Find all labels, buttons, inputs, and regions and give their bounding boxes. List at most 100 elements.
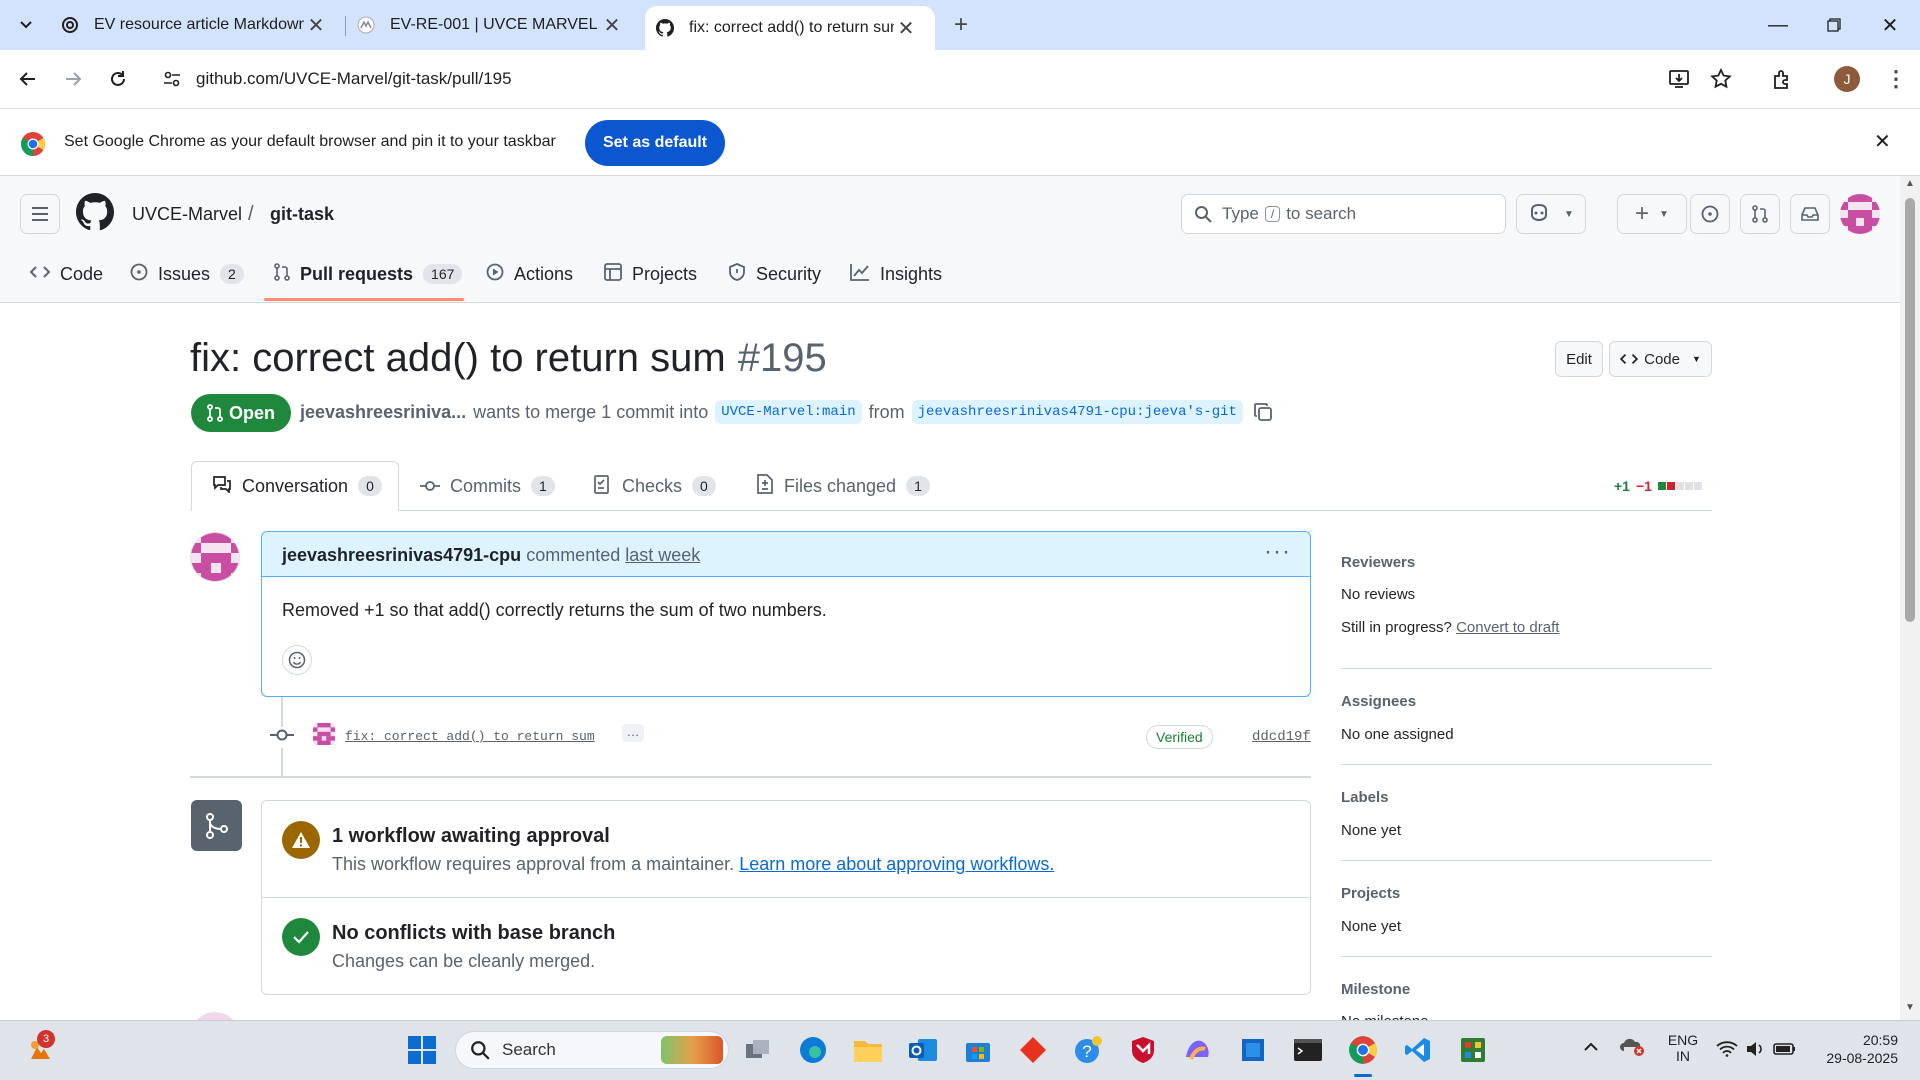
copilot-button[interactable]: ▼ bbox=[1516, 194, 1586, 234]
chrome-taskbar-icon[interactable] bbox=[1345, 1032, 1381, 1068]
tab-files-changed[interactable]: Files changed 1 bbox=[756, 461, 930, 511]
browser-tab-pr[interactable]: fix: correct add() to return sum ✕ bbox=[645, 6, 935, 50]
assignees-heading[interactable]: Assignees bbox=[1341, 693, 1416, 710]
comment-timestamp[interactable]: last week bbox=[625, 545, 700, 565]
tab-checks[interactable]: Checks 0 bbox=[594, 461, 716, 511]
scroll-up-icon[interactable]: ▲ bbox=[1905, 178, 1915, 189]
pr-author-link[interactable]: jeevashreesriniva... bbox=[300, 402, 466, 423]
nav-label: Code bbox=[60, 263, 104, 284]
create-new-button[interactable]: + ▼ bbox=[1617, 194, 1687, 234]
pull-requests-icon[interactable] bbox=[1740, 194, 1780, 234]
tab-conversation[interactable]: Conversation 0 bbox=[191, 461, 399, 511]
diffstat-deletions: −1 bbox=[1635, 478, 1652, 494]
forward-icon[interactable] bbox=[55, 61, 91, 97]
learn-more-link[interactable]: Learn more about approving workflows. bbox=[739, 854, 1054, 874]
commit-author-avatar[interactable] bbox=[313, 723, 335, 745]
copy-icon[interactable] bbox=[1253, 402, 1273, 422]
selected-tab-underline bbox=[264, 298, 464, 301]
commit-sha-link[interactable]: ddcd19f bbox=[1252, 729, 1311, 745]
labels-heading[interactable]: Labels bbox=[1341, 789, 1389, 806]
repo-owner-link[interactable]: UVCE-Marvel bbox=[132, 204, 242, 225]
head-branch[interactable]: jeevashreesrinivas4791-cpu:jeeva's-git bbox=[911, 400, 1243, 424]
nav-security[interactable]: Security bbox=[728, 254, 821, 294]
tab-search-chevron-icon[interactable] bbox=[8, 7, 44, 43]
address-bar[interactable]: github.com/UVCE-Marvel/git-task/pull/195 bbox=[152, 57, 1732, 101]
nav-insights[interactable]: Insights bbox=[850, 254, 942, 294]
extensions-icon[interactable] bbox=[1764, 61, 1800, 97]
commit-message-link[interactable]: fix: correct add() to return sum bbox=[345, 729, 595, 744]
terminal-icon[interactable] bbox=[1290, 1032, 1326, 1068]
wifi-icon[interactable] bbox=[1716, 1041, 1738, 1062]
base-branch[interactable]: UVCE-Marvel:main bbox=[715, 400, 862, 424]
edit-title-button[interactable]: Edit bbox=[1555, 341, 1603, 377]
inbox-icon[interactable] bbox=[1790, 194, 1830, 234]
code-dropdown-button[interactable]: Code ▼ bbox=[1609, 341, 1712, 377]
reviewers-heading[interactable]: Reviewers bbox=[1341, 554, 1415, 571]
show-hidden-icons-icon[interactable] bbox=[1583, 1040, 1599, 1056]
repo-name-link[interactable]: git-task bbox=[270, 204, 334, 225]
close-banner-icon[interactable]: ✕ bbox=[1874, 129, 1891, 154]
reload-icon[interactable] bbox=[100, 61, 136, 97]
kebab-menu-icon[interactable]: ··· bbox=[1264, 538, 1291, 566]
expand-commit-button[interactable]: … bbox=[622, 724, 644, 742]
page-scrollbar[interactable]: ▲ ▼ bbox=[1900, 176, 1920, 1020]
search-input[interactable]: Type / to search bbox=[1181, 194, 1506, 234]
microsoft-store-icon[interactable] bbox=[960, 1032, 996, 1068]
minimize-icon[interactable]: — bbox=[1750, 0, 1806, 50]
vscode-icon[interactable] bbox=[1400, 1032, 1436, 1068]
browser-tab-ev-article[interactable]: EV resource article Markdown ✕ bbox=[60, 0, 328, 50]
install-app-icon[interactable] bbox=[1668, 68, 1690, 95]
chrome-menu-icon[interactable]: ⋮ bbox=[1878, 61, 1914, 97]
windows-start-icon[interactable] bbox=[404, 1032, 440, 1068]
onedrive-error-icon[interactable] bbox=[1620, 1037, 1646, 1062]
menu-hamburger-icon[interactable] bbox=[20, 194, 60, 234]
nav-issues[interactable]: Issues 2 bbox=[130, 254, 244, 294]
projects-heading[interactable]: Projects bbox=[1341, 885, 1400, 902]
convert-to-draft-link[interactable]: Convert to draft bbox=[1456, 619, 1559, 636]
comment-author-avatar[interactable] bbox=[190, 532, 240, 582]
mcafee-icon[interactable] bbox=[1125, 1032, 1161, 1068]
add-reaction-icon[interactable] bbox=[282, 645, 312, 675]
issue-icon bbox=[130, 263, 158, 286]
close-window-icon[interactable]: ✕ bbox=[1862, 0, 1918, 50]
new-tab-icon[interactable]: + bbox=[943, 7, 979, 43]
battery-icon[interactable] bbox=[1773, 1041, 1797, 1062]
browser-tab-ev-re-001[interactable]: EV-RE-001 | UVCE MARVEL ✕ bbox=[356, 0, 624, 50]
comment-author-link[interactable]: jeevashreesrinivas4791-cpu bbox=[282, 545, 521, 565]
taskbar-search[interactable]: Search bbox=[455, 1031, 729, 1069]
nav-pull-requests[interactable]: Pull requests 167 bbox=[274, 254, 463, 294]
nav-code[interactable]: Code bbox=[29, 254, 104, 294]
azure-app-icon[interactable] bbox=[1235, 1032, 1271, 1068]
help-icon[interactable]: ? bbox=[1070, 1032, 1106, 1068]
copilot-app-icon[interactable] bbox=[1180, 1032, 1216, 1068]
task-view-icon[interactable] bbox=[740, 1032, 776, 1068]
language-indicator[interactable]: ENG IN bbox=[1667, 1032, 1699, 1064]
site-info-icon[interactable] bbox=[162, 69, 182, 94]
back-icon[interactable] bbox=[10, 61, 46, 97]
github-logo-icon[interactable] bbox=[76, 193, 115, 236]
scrollbar-thumb[interactable] bbox=[1905, 198, 1915, 622]
edge-icon[interactable] bbox=[795, 1032, 831, 1068]
calculator-app-icon[interactable] bbox=[1455, 1032, 1491, 1068]
user-avatar[interactable] bbox=[1840, 194, 1880, 234]
profile-avatar[interactable]: J bbox=[1829, 61, 1865, 97]
restore-icon[interactable] bbox=[1806, 0, 1862, 50]
bookmark-star-icon[interactable] bbox=[1710, 67, 1732, 95]
app-red-diamond-icon[interactable] bbox=[1015, 1032, 1051, 1068]
issues-icon[interactable] bbox=[1690, 194, 1730, 234]
tab-commits[interactable]: Commits 1 bbox=[420, 461, 555, 511]
github-icon bbox=[655, 18, 675, 38]
nav-projects[interactable]: Projects bbox=[604, 254, 697, 294]
milestone-heading[interactable]: Milestone bbox=[1341, 981, 1410, 998]
outlook-icon[interactable] bbox=[905, 1032, 941, 1068]
close-tab-icon[interactable]: ✕ bbox=[600, 13, 624, 37]
close-tab-icon[interactable]: ✕ bbox=[894, 16, 918, 40]
file-explorer-icon[interactable] bbox=[850, 1032, 886, 1068]
set-as-default-button[interactable]: Set as default bbox=[585, 120, 725, 166]
nav-actions[interactable]: Actions bbox=[486, 254, 573, 294]
scroll-down-icon[interactable]: ▼ bbox=[1905, 1002, 1915, 1013]
clock[interactable]: 20:59 29-08-2025 bbox=[1812, 1032, 1898, 1066]
volume-icon[interactable] bbox=[1745, 1040, 1765, 1063]
verified-badge[interactable]: Verified bbox=[1146, 725, 1213, 749]
close-tab-icon[interactable]: ✕ bbox=[304, 13, 328, 37]
